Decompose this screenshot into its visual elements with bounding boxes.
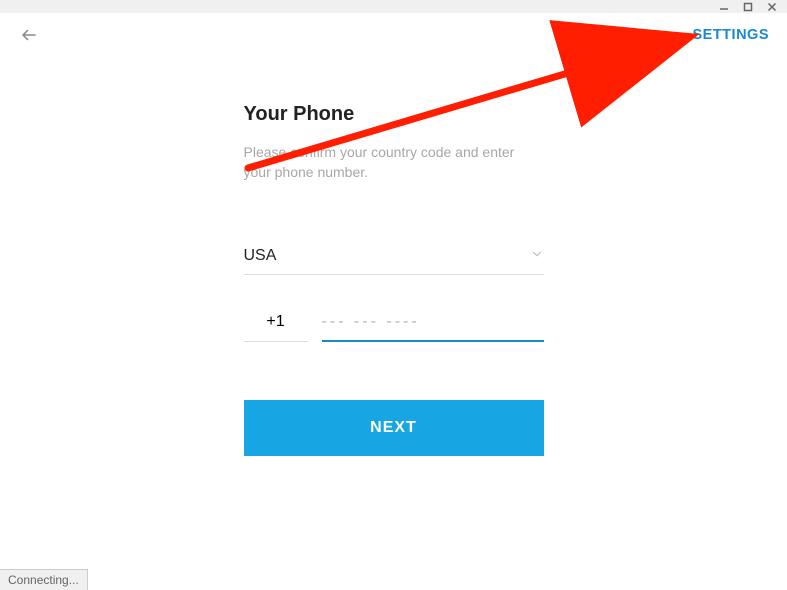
page-subtitle: Please confirm your country code and ent… [244, 142, 544, 183]
settings-link[interactable]: SETTINGS [692, 27, 769, 43]
chevron-down-icon [530, 247, 544, 266]
status-bar: Connecting... [0, 569, 88, 590]
next-button[interactable]: NEXT [244, 400, 544, 456]
page-title: Your Phone [244, 103, 544, 126]
phone-input-row [244, 313, 544, 342]
country-code-input[interactable] [244, 313, 308, 342]
country-selector[interactable]: USA [244, 247, 544, 275]
back-button[interactable] [18, 24, 40, 46]
selected-country-label: USA [244, 247, 277, 265]
app-header: SETTINGS [0, 13, 787, 57]
window-titlebar [0, 0, 787, 13]
login-form: Your Phone Please confirm your country c… [244, 103, 544, 456]
maximize-icon[interactable] [741, 0, 755, 14]
minimize-icon[interactable] [717, 0, 731, 14]
close-icon[interactable] [765, 0, 779, 14]
phone-number-input[interactable] [322, 313, 544, 342]
